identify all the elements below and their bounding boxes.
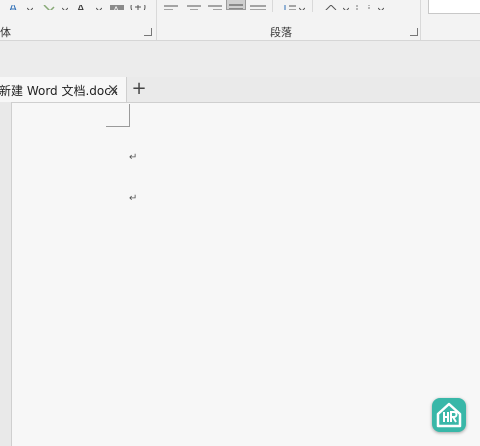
chevron-down-icon[interactable] — [343, 0, 349, 10]
paragraph-mark: ↵ — [129, 152, 138, 163]
svg-text:A: A — [77, 5, 85, 10]
align-right-icon[interactable] — [207, 0, 223, 10]
paragraph-group-label: 段落 — [270, 26, 292, 39]
border-icon[interactable] — [356, 0, 372, 10]
vertical-ruler — [0, 102, 12, 446]
font-dialog-launcher-icon[interactable] — [144, 28, 152, 36]
font-color-icon[interactable]: A — [74, 0, 92, 10]
chevron-down-icon[interactable] — [96, 0, 102, 10]
document-tab[interactable]: 新建 Word 文档.docx × — [0, 77, 127, 102]
svg-text:A: A — [9, 5, 18, 10]
new-tab-button[interactable]: + — [128, 79, 150, 99]
shading-icon[interactable] — [322, 0, 340, 10]
justify-icon[interactable] — [226, 0, 246, 10]
align-left-icon[interactable] — [164, 0, 180, 10]
chevron-down-icon[interactable] — [299, 0, 305, 10]
paragraph-dialog-launcher-icon[interactable] — [410, 28, 418, 36]
align-center-icon[interactable] — [186, 0, 202, 10]
line-spacing-icon[interactable] — [282, 0, 296, 10]
svg-text:A: A — [113, 6, 120, 10]
font-style-icon[interactable]: A — [8, 0, 24, 10]
chevron-down-icon[interactable] — [27, 0, 33, 10]
style-gallery-box[interactable] — [428, 0, 480, 14]
toolbar-band — [0, 41, 480, 78]
document-tab-bar: 新建 Word 文档.docx × + — [0, 77, 480, 103]
paragraph-mark: ↵ — [129, 193, 138, 204]
page-margin-corner — [106, 104, 130, 127]
char-shading-icon[interactable]: A — [110, 0, 124, 10]
chevron-down-icon[interactable] — [378, 0, 384, 10]
highlight-icon[interactable] — [40, 0, 58, 10]
enclosed-char-icon[interactable] — [130, 0, 146, 10]
chevron-down-icon[interactable] — [62, 0, 68, 10]
distributed-icon[interactable] — [250, 0, 266, 10]
font-group-label: 体 — [0, 26, 11, 39]
app-logo-icon[interactable] — [432, 398, 466, 432]
close-icon[interactable]: × — [104, 80, 122, 98]
document-tab-title: 新建 Word 文档.docx — [0, 84, 118, 98]
ribbon: A A A — [0, 0, 480, 41]
